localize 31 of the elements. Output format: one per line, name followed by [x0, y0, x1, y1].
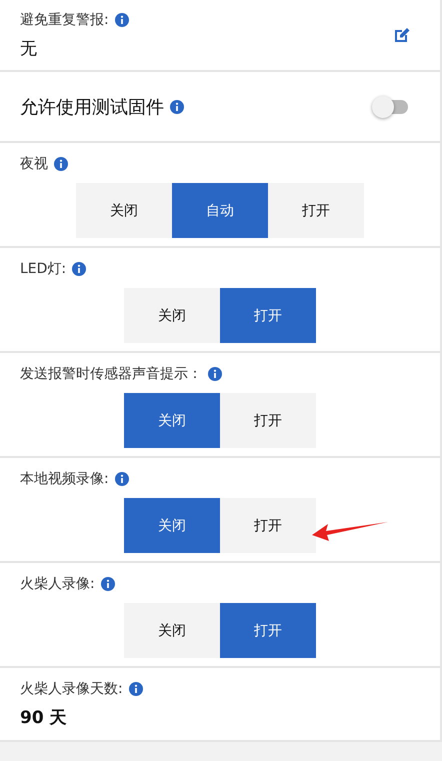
- info-icon[interactable]: [128, 682, 143, 696]
- setting-value: 90 天: [20, 706, 68, 728]
- info-icon[interactable]: [208, 367, 222, 381]
- setting-label: 夜视: [20, 155, 48, 173]
- segment-option[interactable]: 打开: [220, 393, 316, 448]
- setting-label: 允许使用测试固件: [20, 96, 164, 118]
- setting-label: 火柴人录像:: [20, 575, 95, 593]
- segment-option[interactable]: 关闭: [124, 603, 220, 658]
- segment-option[interactable]: 打开: [220, 603, 316, 658]
- info-icon[interactable]: [54, 157, 68, 171]
- segment-option[interactable]: 关闭: [124, 393, 220, 448]
- setting-label: 发送报警时传感器声音提示：: [20, 365, 202, 383]
- segment-option[interactable]: 打开: [220, 288, 316, 343]
- segment-option[interactable]: 打开: [220, 498, 316, 553]
- setting-label: 本地视频录像:: [20, 470, 109, 488]
- info-icon[interactable]: [100, 577, 115, 591]
- segment-option[interactable]: 关闭: [76, 183, 172, 238]
- segment-option[interactable]: 打开: [268, 183, 364, 238]
- segment-option[interactable]: 自动: [172, 183, 268, 238]
- info-icon[interactable]: [114, 472, 129, 486]
- edit-icon[interactable]: [392, 25, 412, 45]
- info-icon[interactable]: [170, 100, 184, 114]
- setting-value: 无: [20, 38, 38, 60]
- setting-label: LED灯:: [20, 260, 66, 278]
- toggle-switch[interactable]: [372, 94, 408, 118]
- info-icon[interactable]: [114, 12, 129, 26]
- setting-label: 避免重复警报:: [20, 10, 109, 28]
- segment-option[interactable]: 关闭: [124, 498, 220, 553]
- info-icon[interactable]: [72, 262, 86, 276]
- setting-label: 火柴人录像天数:: [20, 680, 123, 698]
- segment-option[interactable]: 关闭: [124, 288, 220, 343]
